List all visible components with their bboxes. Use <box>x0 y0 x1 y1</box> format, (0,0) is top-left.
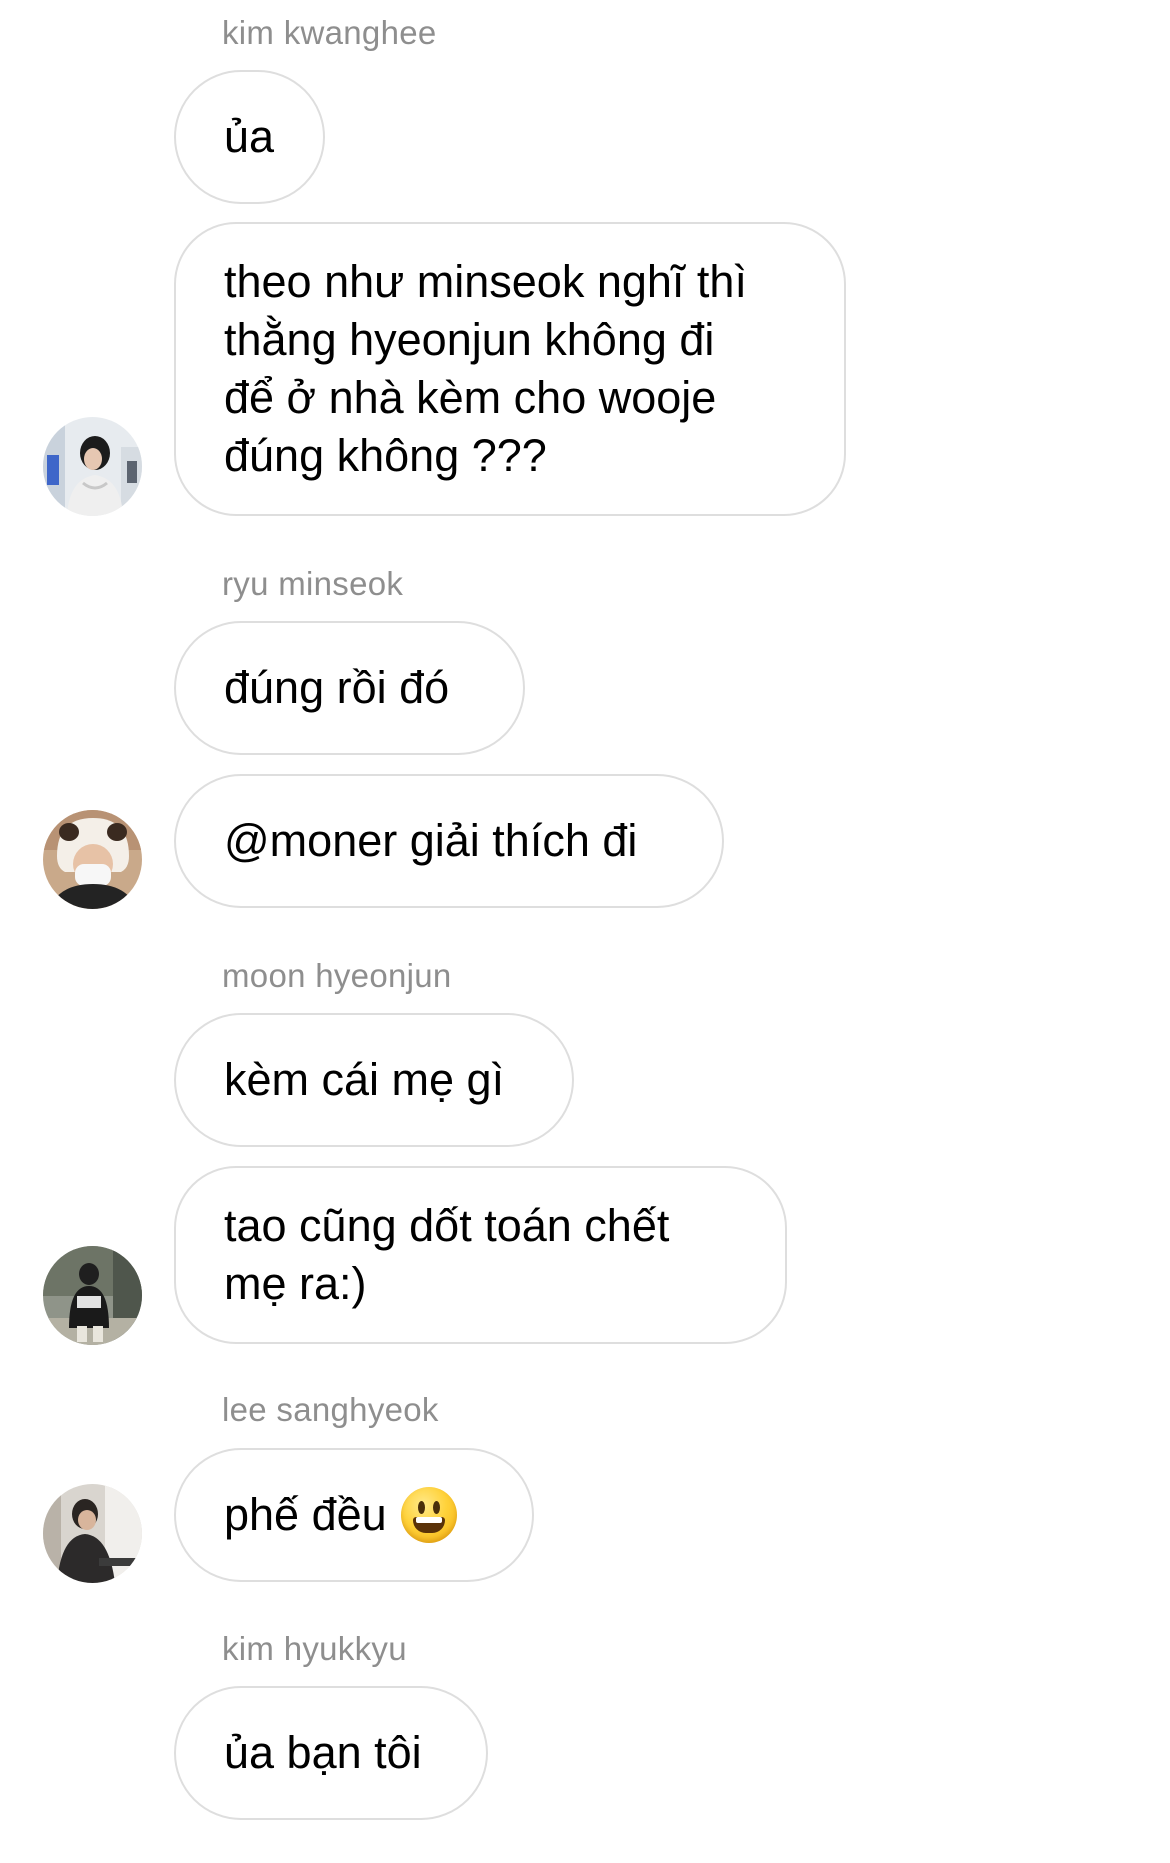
message-text: phế đều <box>224 1489 387 1540</box>
sender-name: kim hyukkyu <box>222 1630 407 1667</box>
sender-name: kim kwanghee <box>222 14 437 51</box>
avatar-ryu-minseok[interactable] <box>43 810 142 909</box>
message-bubble[interactable]: @moner giải thích đi <box>174 774 724 908</box>
message-bubble[interactable]: đúng rồi đó <box>174 621 525 755</box>
avatar-photo <box>43 1246 142 1345</box>
avatar-lee-sanghyeok[interactable] <box>43 1484 142 1583</box>
avatar-moon-hyeonjun[interactable] <box>43 1246 142 1345</box>
message-bubble[interactable]: kèm cái mẹ gì <box>174 1013 574 1147</box>
sender-name: ryu minseok <box>222 565 404 602</box>
message-bubble[interactable]: theo như minseok nghĩ thì thằng hyeonjun… <box>174 222 846 516</box>
chat-thread: kim kwanghee ủa theo như minseok nghĩ th… <box>0 0 1170 1863</box>
sender-name: moon hyeonjun <box>222 957 452 994</box>
avatar-photo <box>43 417 142 516</box>
message-bubble[interactable]: ủa <box>174 70 325 204</box>
grinning-face-emoji-icon <box>400 1487 457 1543</box>
avatar-kim-kwanghee[interactable] <box>43 417 142 516</box>
message-bubble[interactable]: tao cũng dốt toán chết mẹ ra:) <box>174 1166 787 1344</box>
avatar-photo <box>43 1484 142 1583</box>
message-bubble[interactable]: ủa bạn tôi <box>174 1686 488 1820</box>
sender-name: lee sanghyeok <box>222 1391 439 1428</box>
avatar-photo <box>43 810 142 909</box>
message-bubble[interactable]: phế đều <box>174 1448 534 1582</box>
